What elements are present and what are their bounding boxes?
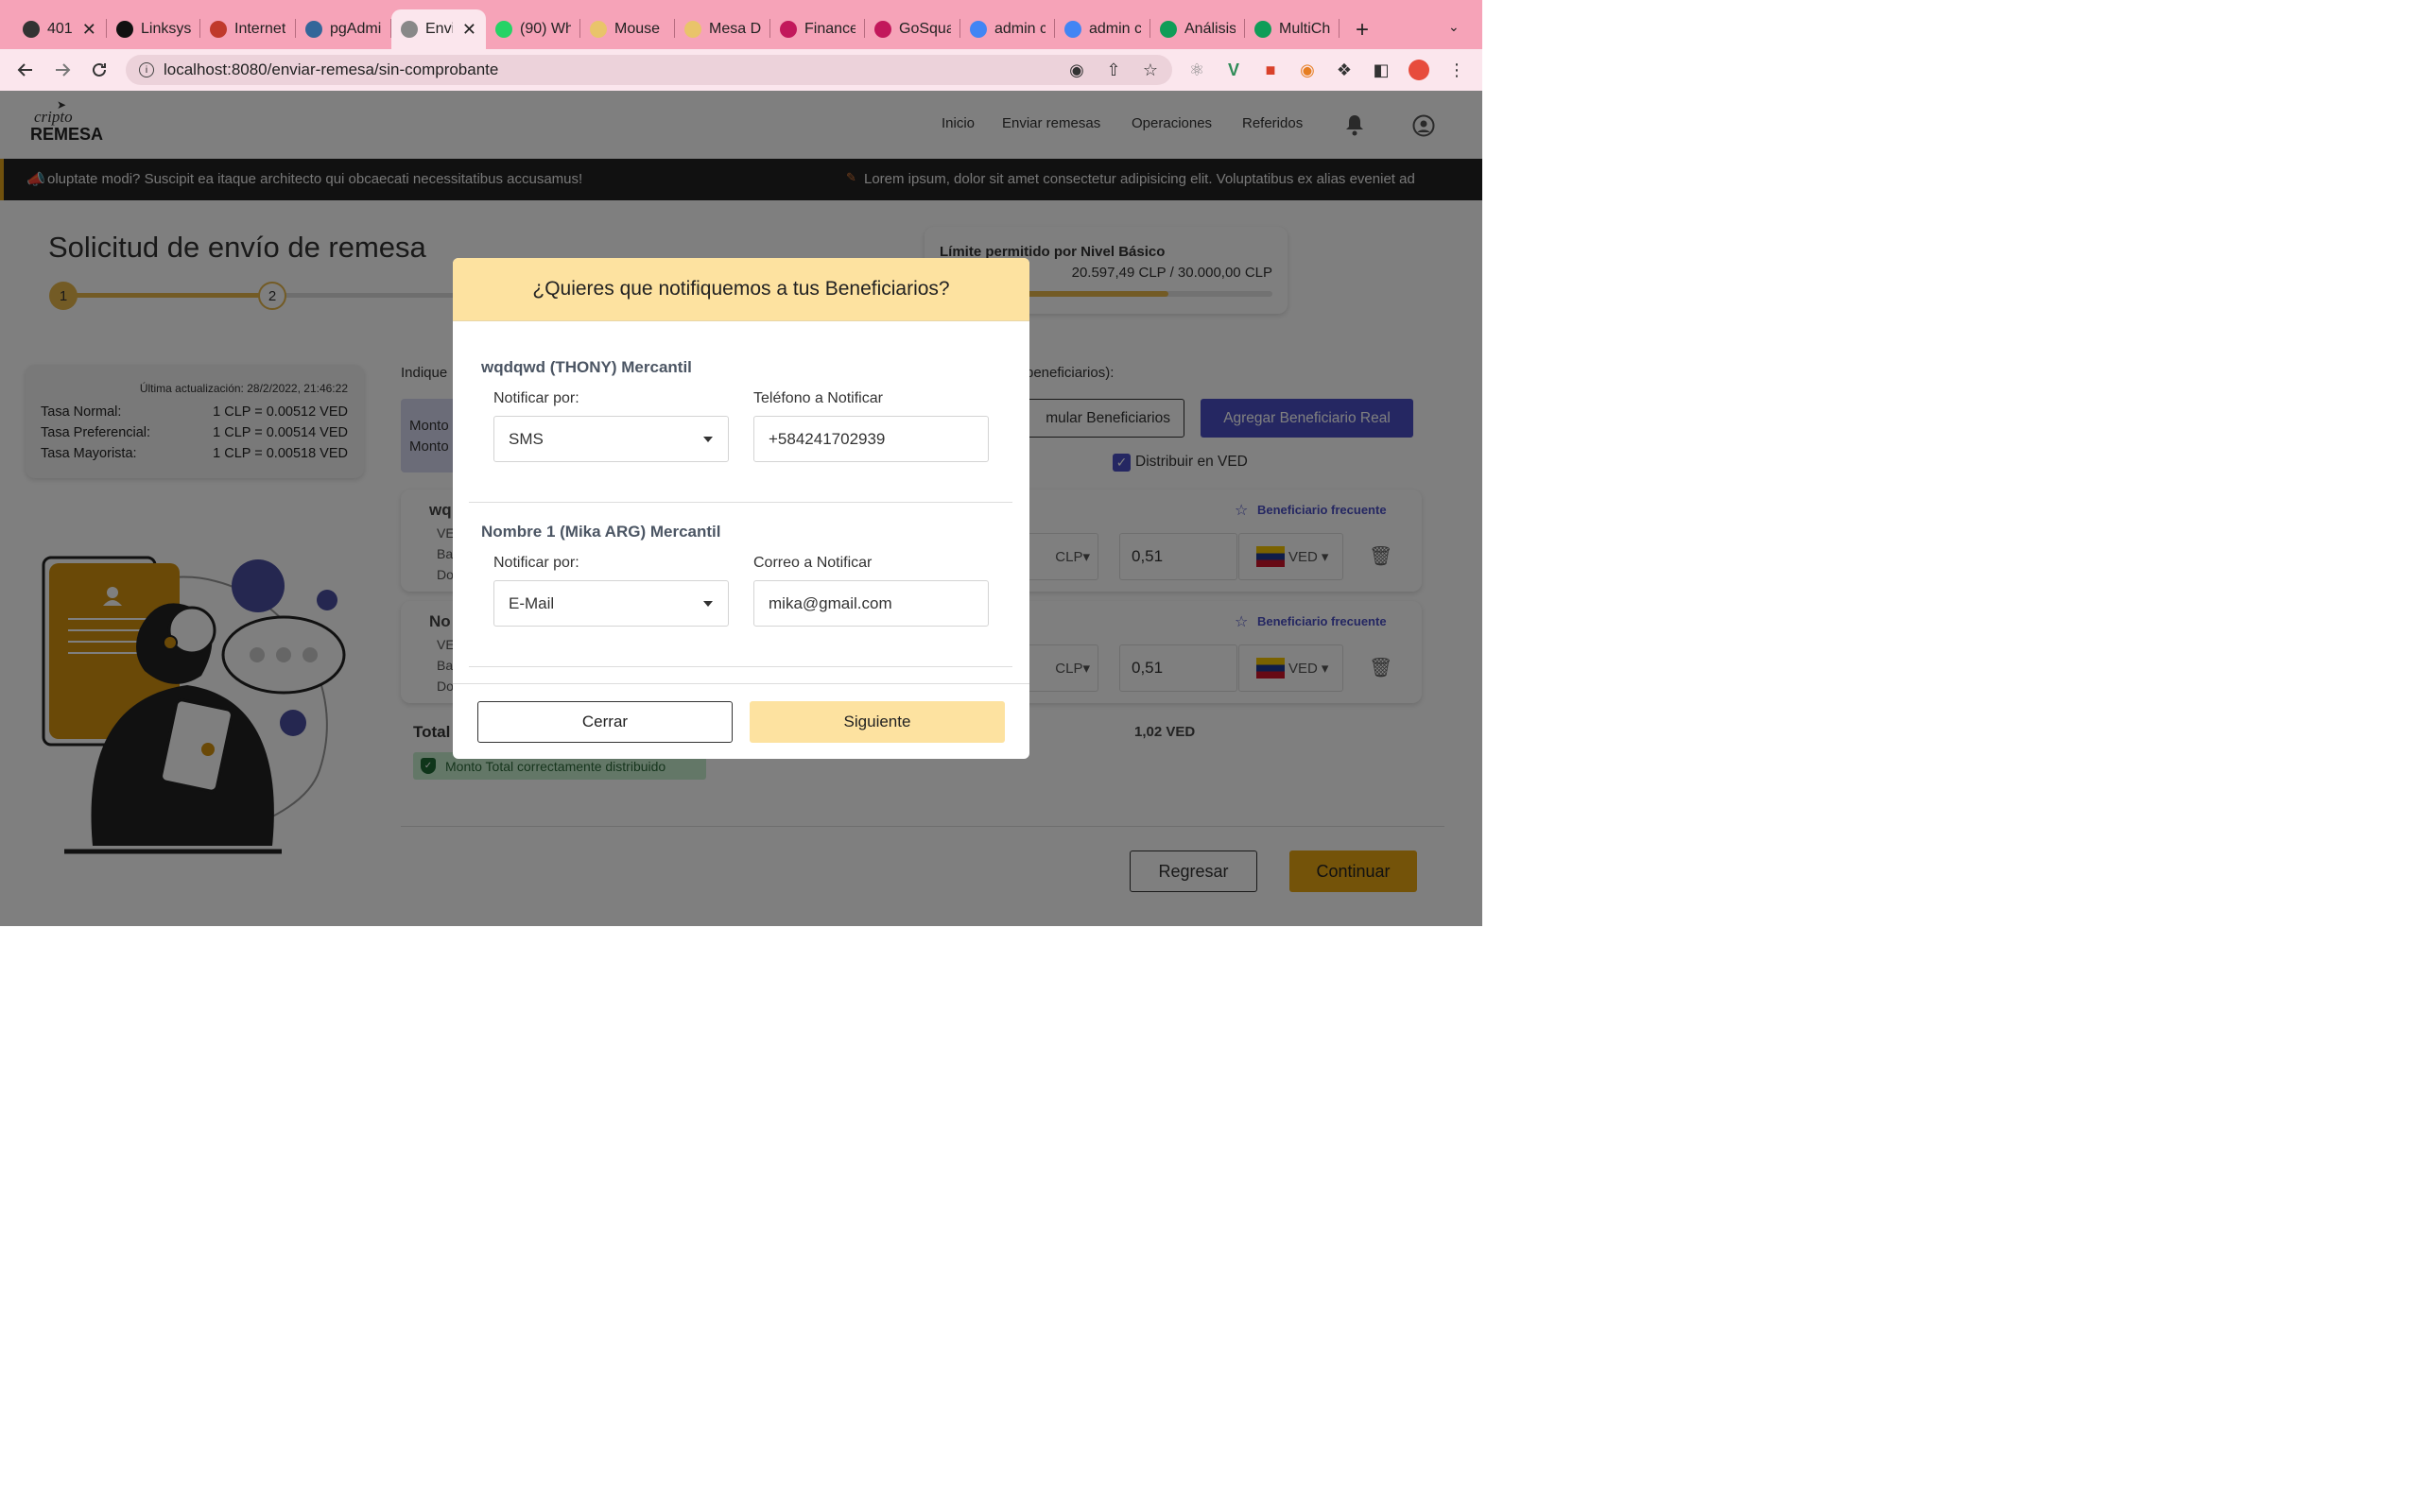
browser-tab[interactable]: Envi ✕: [391, 9, 486, 49]
beneficiary-2-notify-label: Notificar por:: [493, 555, 579, 571]
tab-favicon-icon: [684, 21, 701, 38]
tab-title: pgAdmin: [330, 21, 382, 37]
beneficiary-2-name: Nombre 1 (Mika ARG) Mercantil: [481, 523, 721, 541]
phone-input-value: +584241702939: [769, 429, 886, 448]
modal-footer-divider: [453, 683, 1029, 684]
notify-beneficiaries-modal: ¿Quieres que notifiquemos a tus Benefici…: [453, 258, 1029, 759]
extensions-puzzle-icon[interactable]: ❖: [1334, 60, 1355, 80]
browser-tab[interactable]: (90) Wh: [486, 9, 580, 49]
email-input-value: mika@gmail.com: [769, 593, 892, 612]
reload-icon[interactable]: [89, 60, 110, 80]
modal-title: ¿Quieres que notifiquemos a tus Benefici…: [453, 258, 1029, 321]
tab-title: Mouse: [614, 21, 661, 37]
new-tab-button[interactable]: +: [1356, 17, 1369, 43]
tab-title: Envi: [425, 21, 453, 37]
tab-close-icon[interactable]: ✕: [82, 20, 96, 40]
browser-tab[interactable]: MultiCh: [1245, 9, 1340, 49]
beneficiary-1-phone-input[interactable]: +584241702939: [753, 416, 989, 462]
tab-title: MultiCh: [1279, 21, 1330, 37]
address-bar[interactable]: i localhost:8080/enviar-remesa/sin-compr…: [126, 55, 1172, 85]
chevron-down-icon: [703, 601, 713, 607]
profile-avatar-icon[interactable]: [1409, 60, 1429, 80]
extension-circle-icon[interactable]: ◉: [1297, 60, 1318, 80]
vue-devtools-icon[interactable]: V: [1223, 60, 1244, 80]
tab-title: admin c: [1089, 21, 1141, 37]
tab-favicon-icon: [210, 21, 227, 38]
browser-tab[interactable]: GoSqua: [865, 9, 960, 49]
tab-favicon-icon: [874, 21, 891, 38]
beneficiary-1-target-label: Teléfono a Notificar: [753, 390, 883, 406]
beneficiary-1-notify-label: Notificar por:: [493, 390, 579, 406]
tab-favicon-icon: [495, 21, 512, 38]
chevron-down-icon: [703, 437, 713, 442]
beneficiary-1-name: wqdqwd (THONY) Mercantil: [481, 358, 692, 376]
tab-title: 401: [47, 21, 73, 37]
extension-lock-icon[interactable]: ■: [1260, 60, 1281, 80]
tab-title: GoSqua: [899, 21, 951, 37]
browser-tab[interactable]: Análisis: [1150, 9, 1245, 49]
browser-menu-icon[interactable]: ⋮: [1446, 60, 1467, 80]
next-label: Siguiente: [843, 713, 911, 730]
tab-favicon-icon: [1064, 21, 1081, 38]
tab-favicon-icon: [970, 21, 987, 38]
browser-tab[interactable]: Linksys: [107, 9, 200, 49]
eye-icon[interactable]: ◉: [1066, 60, 1087, 80]
tab-separator: [1339, 19, 1340, 38]
url-text: localhost:8080/enviar-remesa/sin-comprob…: [164, 60, 499, 78]
tab-close-icon[interactable]: ✕: [462, 20, 476, 40]
tab-title: Mesa D: [709, 21, 761, 37]
browser-tab[interactable]: Internet: [200, 9, 296, 49]
share-icon[interactable]: ⇧: [1103, 60, 1124, 80]
bookmark-star-icon[interactable]: ☆: [1140, 60, 1161, 80]
browser-tab[interactable]: admin c: [1055, 9, 1150, 49]
side-panel-icon[interactable]: ◧: [1371, 60, 1392, 80]
tab-favicon-icon: [305, 21, 322, 38]
tab-title: Finance: [804, 21, 856, 37]
beneficiary-1-notify-select[interactable]: SMS: [493, 416, 729, 462]
beneficiary-2-email-input[interactable]: mika@gmail.com: [753, 580, 989, 627]
tab-favicon-icon: [1160, 21, 1177, 38]
tab-title: Linksys: [141, 21, 191, 37]
tab-favicon-icon: [116, 21, 133, 38]
browser-tab[interactable]: 401 ✕: [13, 9, 107, 49]
tab-title: (90) Wh: [520, 21, 571, 37]
close-label: Cerrar: [581, 713, 629, 730]
tab-title: Análisis: [1184, 21, 1236, 37]
browser-tab[interactable]: Finance: [770, 9, 865, 49]
browser-tab[interactable]: admin c: [960, 9, 1055, 49]
notify-select-value: E-Mail: [509, 593, 555, 612]
tab-favicon-icon: [590, 21, 607, 38]
close-button[interactable]: Cerrar: [477, 701, 733, 743]
tab-title: admin c: [994, 21, 1046, 37]
notify-select-value: SMS: [509, 429, 544, 448]
divider: [469, 502, 1012, 503]
tab-title: Internet: [234, 21, 286, 37]
tab-search-icon[interactable]: ⌄: [1448, 19, 1460, 35]
tab-favicon-icon: [23, 21, 40, 38]
tab-favicon-icon: [780, 21, 797, 38]
back-icon[interactable]: [15, 60, 36, 80]
browser-tab[interactable]: Mouse: [580, 9, 675, 49]
react-devtools-icon[interactable]: ⚛: [1186, 60, 1207, 80]
browser-tab[interactable]: Mesa D: [675, 9, 770, 49]
forward-icon[interactable]: [52, 60, 73, 80]
tab-favicon-icon: [1254, 21, 1271, 38]
beneficiary-2-notify-select[interactable]: E-Mail: [493, 580, 729, 627]
next-button[interactable]: Siguiente: [750, 701, 1005, 743]
beneficiary-2-target-label: Correo a Notificar: [753, 555, 873, 571]
browser-tab[interactable]: pgAdmin: [296, 9, 391, 49]
tab-favicon-icon: [401, 21, 418, 38]
divider: [469, 666, 1012, 667]
site-info-icon[interactable]: i: [139, 62, 154, 77]
